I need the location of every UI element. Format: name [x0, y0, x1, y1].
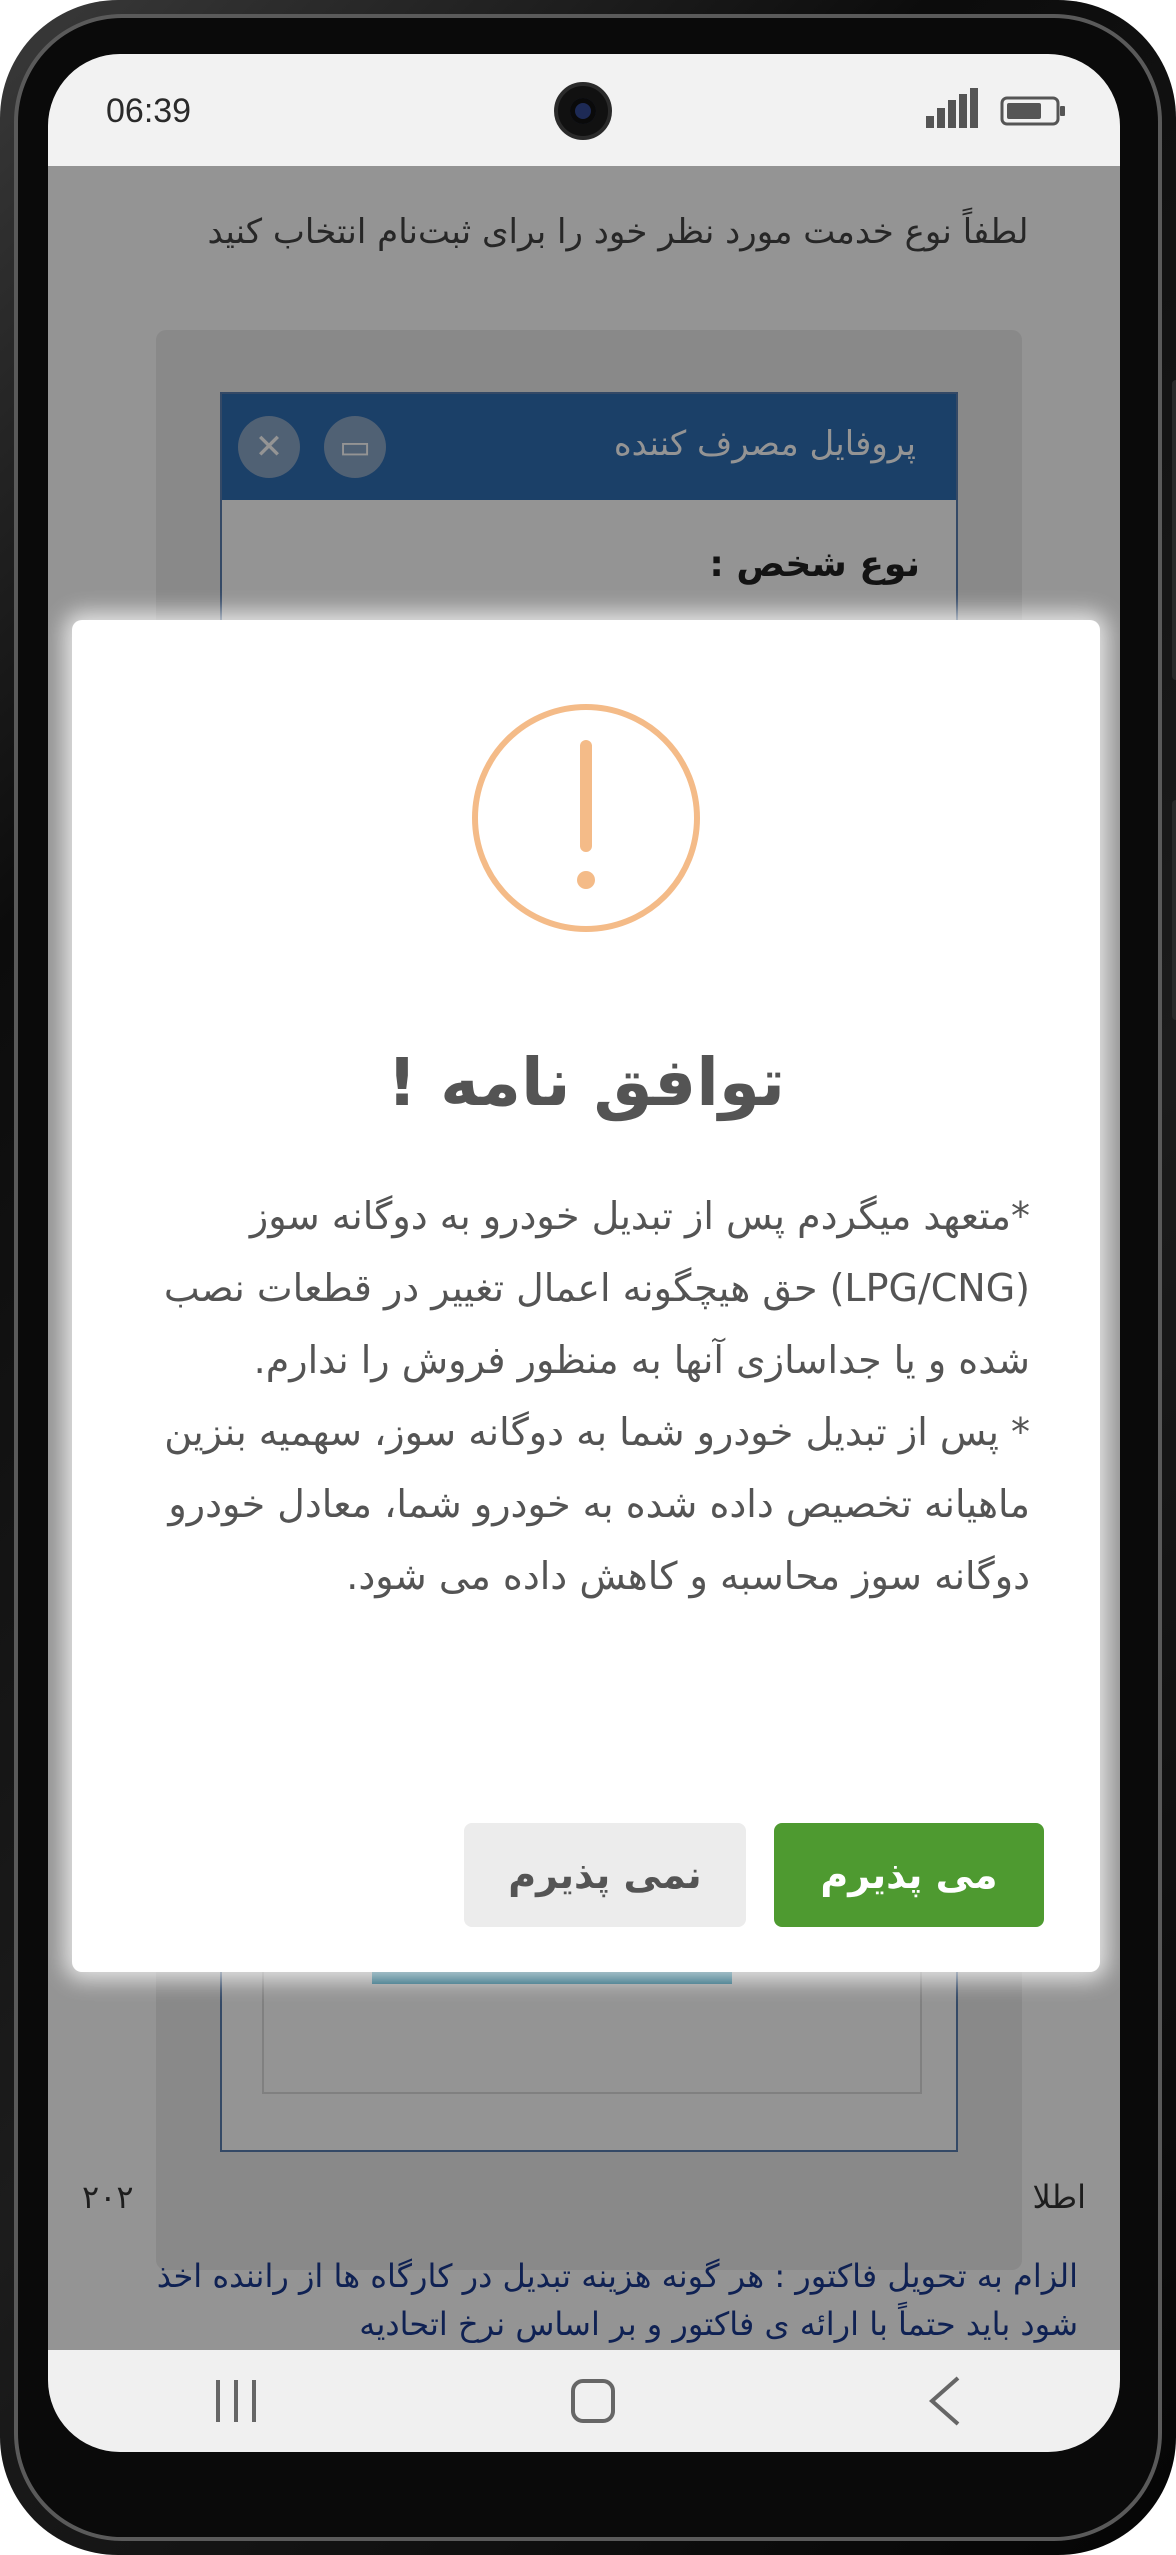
phone-frame: 06:39 لطفاً نوع خدمت مورد نظر خود را برا…: [0, 0, 1176, 2555]
power-button: [1172, 800, 1176, 1020]
back-icon[interactable]: [924, 2374, 964, 2428]
volume-button: [1172, 380, 1176, 680]
accept-button[interactable]: می پذیرم: [774, 1823, 1044, 1927]
navigation-bar: [48, 2350, 1120, 2452]
battery-icon: [1000, 96, 1065, 126]
warning-icon: [472, 704, 700, 932]
agreement-paragraph-1: *متعهد میگردم پس از تبدیل خودرو به دوگان…: [163, 1194, 1030, 1382]
decline-button[interactable]: نمی پذیرم: [464, 1823, 746, 1927]
agreement-paragraph-2: * پس از تبدیل خودرو شما به دوگانه سوز، س…: [164, 1410, 1030, 1598]
modal-title: توافق نامه !: [387, 1044, 785, 1121]
home-icon[interactable]: [568, 2376, 618, 2426]
signal-icon: [926, 88, 978, 128]
agreement-text: *متعهد میگردم پس از تبدیل خودرو به دوگان…: [142, 1180, 1030, 1612]
screen: 06:39 لطفاً نوع خدمت مورد نظر خود را برا…: [48, 54, 1120, 2452]
front-camera: [554, 82, 612, 140]
status-bar: 06:39: [48, 54, 1120, 166]
agreement-modal: توافق نامه ! *متعهد میگردم پس از تبدیل خ…: [72, 620, 1100, 1972]
recent-apps-icon[interactable]: [210, 2376, 262, 2426]
status-time: 06:39: [106, 92, 192, 130]
